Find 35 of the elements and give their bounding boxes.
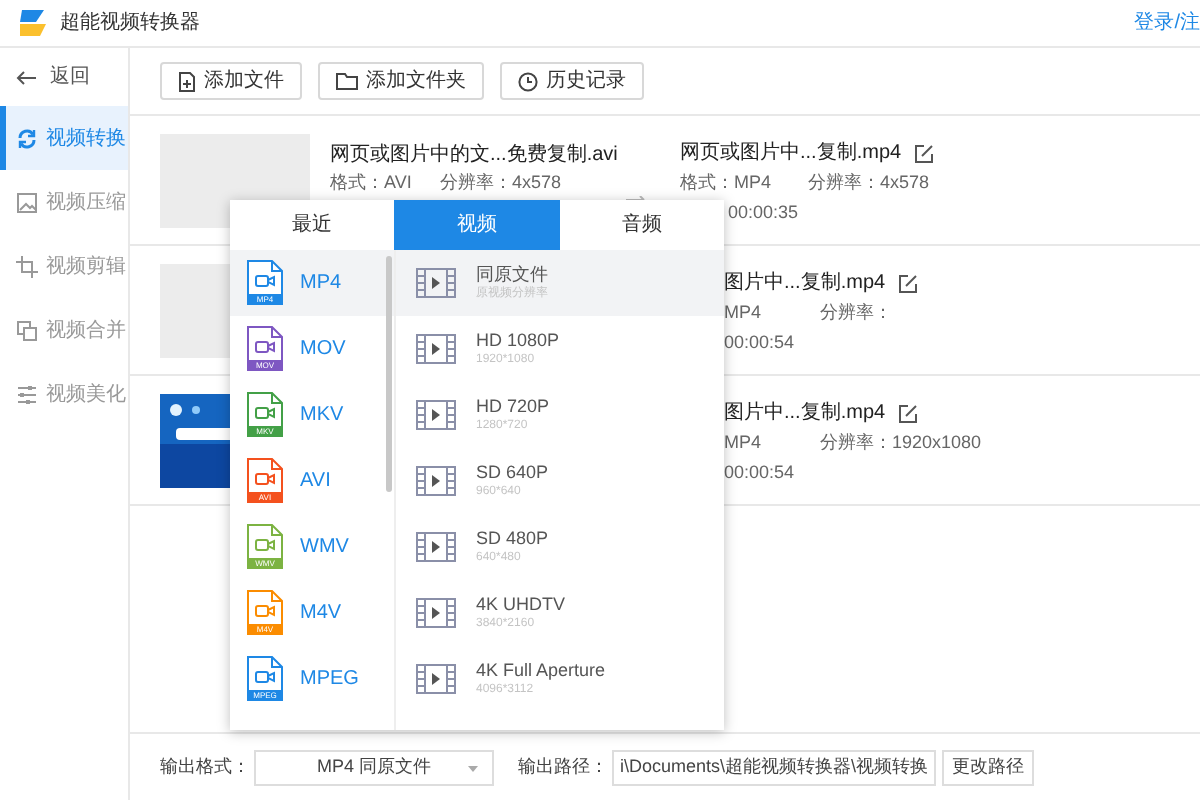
popup-tab[interactable]: 音频 (559, 200, 724, 250)
preset-name: 4K Full Aperture (476, 658, 606, 682)
change-path-button[interactable]: 更改路径 (942, 749, 1035, 785)
output-file-name: 图片中...复制.mp4 (724, 399, 886, 428)
output-duration: 00:00:54 (724, 330, 797, 356)
popup-tab[interactable]: 视频 (394, 200, 560, 250)
preset-name: SD 640P (476, 460, 549, 484)
preset-name: 同原文件 (476, 262, 548, 286)
output-resolution: 分辨率：1920x1080 (820, 429, 982, 456)
preset-name: HD 720P (476, 394, 550, 418)
output-duration: 00:00:35 (726, 200, 801, 226)
output-path-label: 输出路径： (518, 753, 608, 780)
toolbar-button[interactable]: 添加文件 (160, 62, 302, 100)
login-link[interactable]: 登录/注 (1134, 8, 1200, 38)
output-resolution: 分辨率： (820, 299, 892, 326)
output-format: MP4 (724, 429, 764, 456)
output-format-label: 输出格式： (160, 753, 250, 780)
format-dropdown[interactable]: MP4 同原文件 (254, 749, 494, 785)
toolbar-button[interactable]: 历史记录 (500, 62, 644, 100)
window-title: 超能视频转换器 (60, 9, 200, 38)
output-format: MP4 (724, 299, 764, 326)
preset-name: 4K UHDTV (476, 592, 566, 616)
output-resolution: 分辨率：4x578 (808, 169, 930, 196)
source-resolution: 分辨率：4x578 (440, 169, 562, 196)
popup-tab[interactable]: 最近 (230, 200, 395, 250)
preset-name: SD 480P (476, 526, 549, 550)
source-format: 格式：AVI (330, 169, 414, 196)
preset-name: HD 1080P (476, 328, 560, 352)
output-file-name: 图片中...复制.mp4 (724, 269, 886, 298)
toolbar-button[interactable]: 添加文件夹 (318, 62, 484, 100)
output-format: 格式：MP4 (680, 169, 774, 196)
output-duration: 00:00:54 (724, 460, 797, 486)
output-file-name: 网页或图片中...复制.mp4 (680, 139, 902, 168)
output-path-field[interactable]: i\Documents\超能视频转换器\视频转换 (612, 749, 937, 785)
back-link[interactable]: 返回 (50, 62, 90, 92)
